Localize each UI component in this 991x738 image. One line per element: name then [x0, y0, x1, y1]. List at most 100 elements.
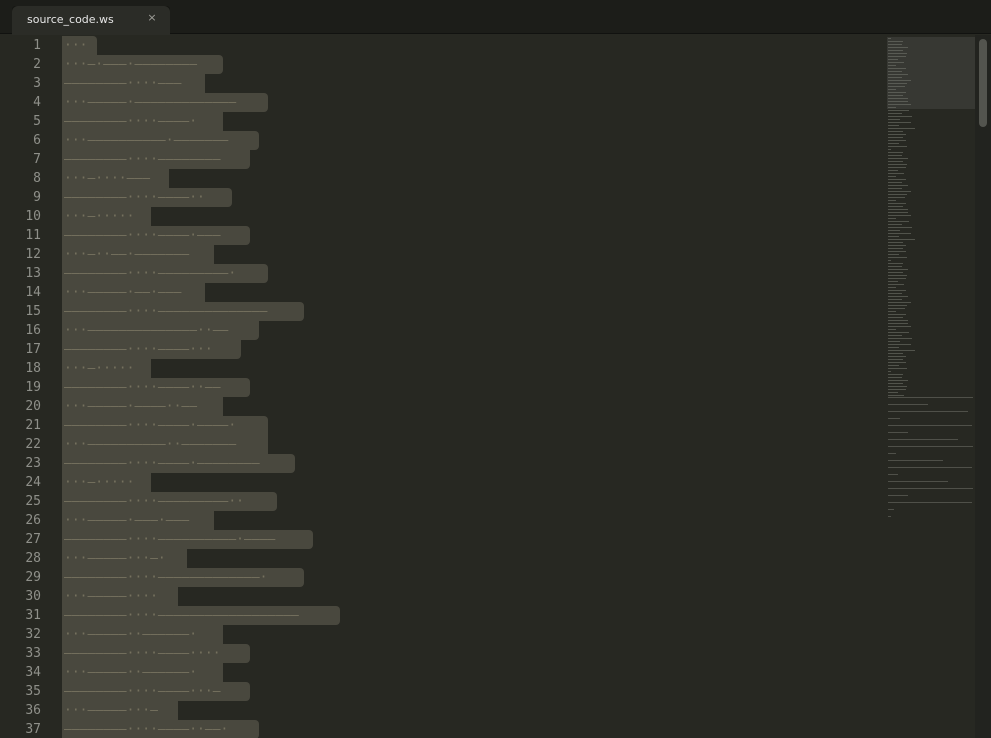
minimap-line [888, 218, 896, 219]
minimap-line [888, 56, 906, 57]
code-line[interactable]: ————————····—————————————————— [62, 606, 340, 625]
code-line[interactable]: ···—····——— [62, 169, 169, 188]
minimap-line [888, 149, 891, 150]
code-area[interactable]: ··· ···—·———·———————— ————————····——— ···——… [62, 35, 882, 738]
whitespace-markers: ···—————·——·——— [64, 285, 182, 300]
code-line[interactable]: ————————····————···— [62, 682, 250, 701]
minimap-line [888, 439, 958, 440]
minimap-line [888, 41, 903, 42]
minimap-line [888, 59, 898, 60]
minimap-line [888, 347, 899, 348]
code-line[interactable]: ···—————··——————· [62, 663, 223, 682]
minimap-line [888, 332, 909, 333]
minimap-line [888, 140, 906, 141]
whitespace-markers: ···——————————————··—— [64, 323, 229, 338]
minimap-line [888, 314, 906, 315]
code-line[interactable]: ————————····————· [62, 112, 223, 131]
line-number: 35 [25, 684, 41, 699]
code-line[interactable]: ···——————————··——————— [62, 435, 268, 454]
code-line[interactable]: ···—····· [62, 207, 151, 226]
whitespace-markers: ···—··——·——————— [64, 247, 190, 262]
code-line[interactable]: ————————····—————————·· [62, 492, 277, 511]
scrollbar-thumb[interactable] [979, 39, 987, 127]
line-number: 25 [25, 494, 41, 509]
whitespace-markers: ···—————··——————· [64, 665, 198, 680]
line-number: 10 [25, 209, 41, 224]
minimap[interactable] [885, 35, 975, 738]
code-line[interactable]: ···—····· [62, 473, 151, 492]
code-line[interactable]: ————————····————·· [62, 188, 232, 207]
vertical-scrollbar[interactable] [975, 35, 991, 738]
minimap-line [888, 269, 908, 270]
code-line[interactable]: ···——————————————··—— [62, 321, 259, 340]
minimap-line [888, 365, 899, 366]
minimap-line [888, 209, 908, 210]
code-line[interactable]: ————————····————·————· [62, 416, 268, 435]
code-line[interactable]: ···—————···— [62, 701, 178, 720]
minimap-line [888, 395, 904, 396]
minimap-line [888, 77, 902, 78]
code-line[interactable]: ···—····· [62, 359, 151, 378]
minimap-line [888, 116, 912, 117]
code-line[interactable]: ···—————··——————· [62, 625, 223, 644]
minimap-line [888, 377, 902, 378]
minimap-line [888, 215, 911, 216]
minimap-line [888, 453, 896, 454]
code-line[interactable]: ————————····———————— [62, 150, 250, 169]
minimap-line [888, 98, 908, 99]
line-number: 6 [33, 133, 41, 148]
code-line[interactable]: ————————····————··· [62, 340, 241, 359]
code-line[interactable]: ···—————···—· [62, 549, 187, 568]
tab-source-code[interactable]: source_code.ws × [12, 6, 170, 35]
line-number: 5 [33, 114, 41, 129]
close-icon[interactable]: × [145, 11, 159, 25]
minimap-line [888, 386, 907, 387]
whitespace-markers: ————————····————···· [64, 646, 221, 661]
minimap-line [888, 502, 972, 503]
code-line[interactable]: ···——————————·——————— [62, 131, 259, 150]
code-line[interactable]: ···—————···· [62, 587, 178, 606]
minimap-line [888, 260, 891, 261]
code-line[interactable]: ···—————·——·——— [62, 283, 205, 302]
code-editor[interactable]: 1 2 3 4 5 6 7 8 9 10 11 12 13 14 15 16 17 18 19 20 21 22 23 24 2… [0, 35, 975, 738]
minimap-line [888, 47, 908, 48]
minimap-line [888, 161, 903, 162]
minimap-line [888, 170, 898, 171]
code-line[interactable]: ————————····——— [62, 74, 205, 93]
whitespace-markers: ···—————·————————————— [64, 95, 237, 110]
whitespace-markers: ————————····—————————————· [64, 570, 268, 585]
minimap-line [888, 194, 907, 195]
whitespace-markers: ————————····————··· [64, 342, 213, 357]
code-line[interactable]: ————————····——————————·———— [62, 530, 313, 549]
code-line[interactable]: ————————····————··——· [62, 720, 259, 738]
minimap-line [888, 104, 911, 105]
minimap-line [888, 191, 911, 192]
whitespace-markers: ···—····· [64, 475, 135, 490]
minimap-line [888, 308, 905, 309]
minimap-line [888, 71, 902, 72]
line-number: 11 [25, 228, 41, 243]
minimap-line [888, 488, 973, 489]
code-line[interactable]: ————————····————··—— [62, 378, 250, 397]
code-line[interactable]: ————————····—————————· [62, 264, 268, 283]
minimap-line [888, 362, 906, 363]
code-line[interactable]: ————————····————···· [62, 644, 250, 663]
whitespace-markers: ···—————·————··—— [64, 399, 198, 414]
code-line[interactable]: ————————····————·——— [62, 226, 250, 245]
whitespace-markers: ————————····—————————————— [64, 304, 268, 319]
code-line[interactable]: ————————····—————————————· [62, 568, 304, 587]
code-line[interactable]: ————————····—————————————— [62, 302, 304, 321]
line-number: 3 [33, 76, 41, 91]
code-line[interactable]: ··· [62, 36, 97, 55]
minimap-line [888, 185, 908, 186]
minimap-line [888, 474, 898, 475]
minimap-line [888, 86, 905, 87]
code-line[interactable]: ···—————·————————————— [62, 93, 268, 112]
code-line[interactable]: ···—·———·———————— [62, 55, 223, 74]
minimap-line [888, 397, 973, 398]
code-line[interactable]: ···—··——·——————— [62, 245, 214, 264]
tab-bar: source_code.ws × [0, 0, 991, 35]
code-line[interactable]: ···—————·————··—— [62, 397, 223, 416]
code-line[interactable]: ————————····————·———————— [62, 454, 295, 473]
code-line[interactable]: ···—————·———·——— [62, 511, 214, 530]
